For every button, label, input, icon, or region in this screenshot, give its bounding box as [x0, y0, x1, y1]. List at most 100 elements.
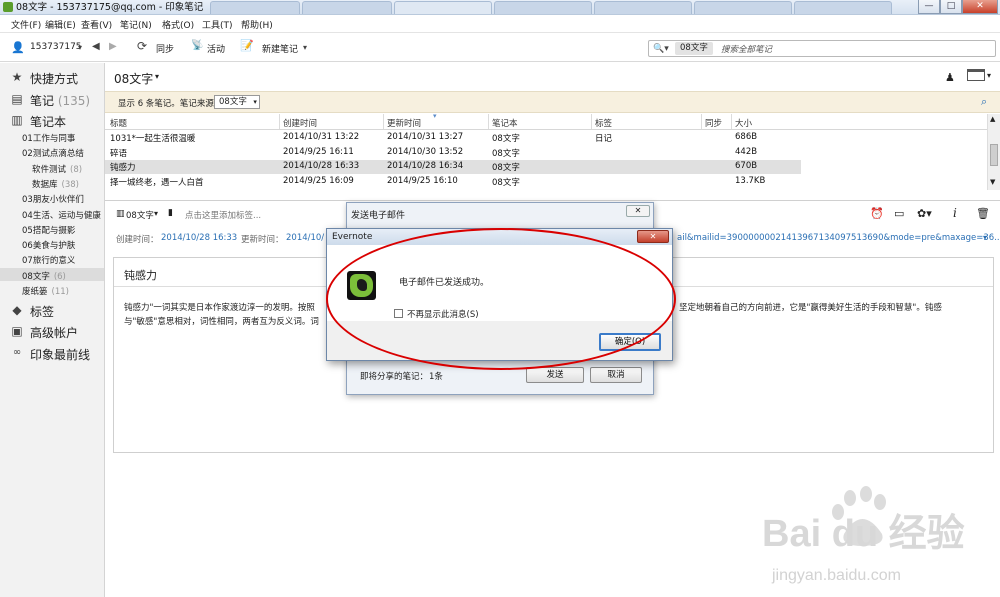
sidebar-item-atlas[interactable]: 印象最前线	[30, 346, 90, 363]
table-cell: 2014/10/28 16:33	[283, 161, 360, 171]
chevron-down-icon[interactable]: ▾	[78, 42, 82, 54]
sidebar-notebook-item[interactable]: 废纸篓 (11)	[22, 285, 69, 297]
sidebar-item-premium[interactable]: 高级帐户	[30, 324, 78, 341]
new-note-button[interactable]: 新建笔记	[262, 42, 298, 55]
info-icon[interactable]: i	[953, 206, 957, 220]
chevron-down-icon[interactable]: ▾	[987, 71, 991, 80]
sidebar-notebook-item[interactable]: 01工作与同事	[22, 132, 75, 144]
sync-icon[interactable]: ⟳	[137, 40, 147, 52]
note-body-line: 钝感力"一词其实是日本作家渡边淳一的发明。按照	[124, 303, 315, 313]
sidebar-notebook-item[interactable]: 软件测试 (8)	[32, 163, 82, 175]
chevron-down-icon[interactable]: ▾	[154, 209, 158, 218]
note-title[interactable]: 钝感力	[124, 267, 157, 283]
search-scope-chip[interactable]: 08文字	[675, 42, 713, 55]
table-row[interactable]: 碎语 2014/9/25 16:11 2014/10/30 13:52 08文字 442…	[105, 146, 801, 160]
share-icon[interactable]: ✿▾	[917, 207, 932, 220]
sidebar-item-label: 08文字	[22, 271, 50, 282]
sidebar-notebook-item[interactable]: 05搭配与摄影	[22, 224, 75, 236]
menu-note[interactable]: 笔记(N)	[120, 18, 152, 31]
send-button[interactable]: 发送	[526, 367, 584, 383]
sidebar-notebook-item[interactable]: 04生活、运动与健康	[22, 209, 101, 221]
menu-view[interactable]: 查看(V)	[81, 18, 112, 31]
back-arrow-icon[interactable]: ◀	[92, 41, 100, 53]
table-row[interactable]: 择一城终老，遇一人白首 2014/9/25 16:09 2014/9/25 16:1…	[105, 175, 801, 189]
presentation-icon[interactable]: ▭	[894, 207, 904, 220]
search-notes-icon[interactable]: ⌕	[981, 95, 987, 109]
table-row[interactable]: 钝感力 2014/10/28 16:33 2014/10/28 16:34 08文字 6…	[105, 160, 801, 174]
share-count-label: 即将分享的笔记：	[360, 372, 429, 382]
column-divider[interactable]	[731, 114, 732, 129]
menu-file[interactable]: 文件(F)	[11, 18, 41, 31]
view-options-icon[interactable]	[967, 69, 985, 81]
scroll-down-icon[interactable]: ▼	[990, 178, 995, 186]
created-value[interactable]: 2014/10/28 16:33	[161, 233, 237, 243]
evernote-logo-icon	[347, 271, 376, 300]
notebook-filter-select[interactable]: 08文字 ▾	[214, 95, 260, 109]
tag-icon: ◆	[12, 303, 22, 317]
add-tag-input[interactable]: 点击这里添加标签...	[185, 209, 261, 221]
sidebar-notebook-item[interactable]: 07旅行的意义	[22, 254, 75, 266]
close-icon[interactable]: ✕	[626, 205, 650, 217]
source-url[interactable]: ail&mailid=39000000021413967134097513690…	[677, 233, 1000, 243]
sidebar-item-label: 05搭配与摄影	[22, 225, 76, 236]
menu-help[interactable]: 帮助(H)	[241, 18, 273, 31]
minimize-button[interactable]: —	[918, 0, 940, 14]
sidebar-notebook-item[interactable]: 06美食与护肤	[22, 239, 75, 251]
chevron-down-icon[interactable]: ▾	[983, 233, 987, 242]
dont-show-label[interactable]: 不再显示此消息(S)	[407, 308, 479, 320]
column-header[interactable]: 标签	[595, 117, 612, 129]
sidebar-item-label: 03朋友小伙伴们	[22, 195, 84, 206]
column-divider[interactable]	[383, 114, 384, 129]
sidebar-notebook-item[interactable]: 08文字 (6)	[22, 270, 66, 282]
sidebar-notebook-item[interactable]: 03朋友小伙伴们	[22, 193, 84, 205]
chevron-down-icon[interactable]: ▾	[303, 42, 307, 54]
sidebar-item-tags[interactable]: 标签	[30, 303, 54, 320]
search-input[interactable]: 搜索全部笔记	[721, 43, 772, 55]
note-notebook-selector[interactable]: 08文字	[126, 209, 154, 221]
menu-format[interactable]: 格式(O)	[162, 18, 194, 31]
cancel-button[interactable]: 取消	[590, 367, 642, 383]
column-header[interactable]: 笔记本	[492, 117, 518, 129]
column-header[interactable]: 标题	[110, 117, 127, 129]
scroll-up-icon[interactable]: ▲	[990, 115, 995, 123]
sidebar-notebook-item[interactable]: 数据库 (38)	[32, 178, 79, 190]
close-window-button[interactable]: ✕	[962, 0, 998, 14]
column-divider[interactable]	[701, 114, 702, 129]
dont-show-checkbox[interactable]	[394, 309, 403, 318]
reminder-icon[interactable]: ⏰	[870, 207, 884, 220]
maximize-button[interactable]: □	[940, 0, 962, 14]
column-header[interactable]: 更新时间	[387, 117, 421, 129]
column-header[interactable]: 同步	[705, 117, 722, 129]
table-row[interactable]: 1031*一起生活很温暖 2014/10/31 13:22 2014/10/31 1…	[105, 131, 801, 145]
sidebar-item-notes[interactable]: 笔记 (135)	[30, 92, 90, 109]
new-note-icon[interactable]: 📝	[240, 40, 254, 52]
column-header[interactable]: 创建时间	[283, 117, 317, 129]
sync-button[interactable]: 同步	[156, 42, 174, 55]
activity-button[interactable]: 活动	[207, 42, 225, 55]
column-divider[interactable]	[488, 114, 489, 129]
menu-tools[interactable]: 工具(T)	[202, 18, 233, 31]
sidebar-item-label: 废纸篓	[22, 287, 48, 297]
forward-arrow-icon[interactable]: ▶	[109, 41, 117, 53]
updated-value[interactable]: 2014/10/	[286, 233, 324, 243]
menu-edit[interactable]: 编辑(E)	[45, 18, 76, 31]
close-icon[interactable]: ✕	[637, 230, 669, 243]
activity-icon[interactable]: 📡	[191, 40, 203, 52]
scroll-thumb[interactable]	[990, 144, 998, 166]
user-account-menu[interactable]: 153737175	[30, 42, 82, 52]
ok-button[interactable]: 确定(O)	[599, 333, 661, 351]
background-browser-tab	[694, 1, 792, 14]
share-notebook-icon[interactable]: ♟	[945, 71, 955, 84]
column-header[interactable]: 大小	[735, 117, 752, 129]
trash-icon[interactable]: 🗑	[976, 207, 990, 220]
sidebar-item-notebooks[interactable]: 笔记本	[30, 113, 66, 130]
column-divider[interactable]	[279, 114, 280, 129]
sidebar-notebook-item[interactable]: 02测试点滴总结	[22, 147, 84, 159]
scrollbar[interactable]: ▲ ▼	[987, 114, 1000, 190]
search-icon[interactable]: 🔍▾	[653, 43, 669, 55]
notebook-title[interactable]: 08文字	[114, 70, 153, 87]
chevron-down-icon[interactable]: ▾	[155, 72, 159, 81]
search-box[interactable]: 🔍▾ 08文字 搜索全部笔记	[648, 40, 996, 57]
sidebar-item-shortcuts[interactable]: 快捷方式	[30, 70, 78, 87]
column-divider[interactable]	[591, 114, 592, 129]
